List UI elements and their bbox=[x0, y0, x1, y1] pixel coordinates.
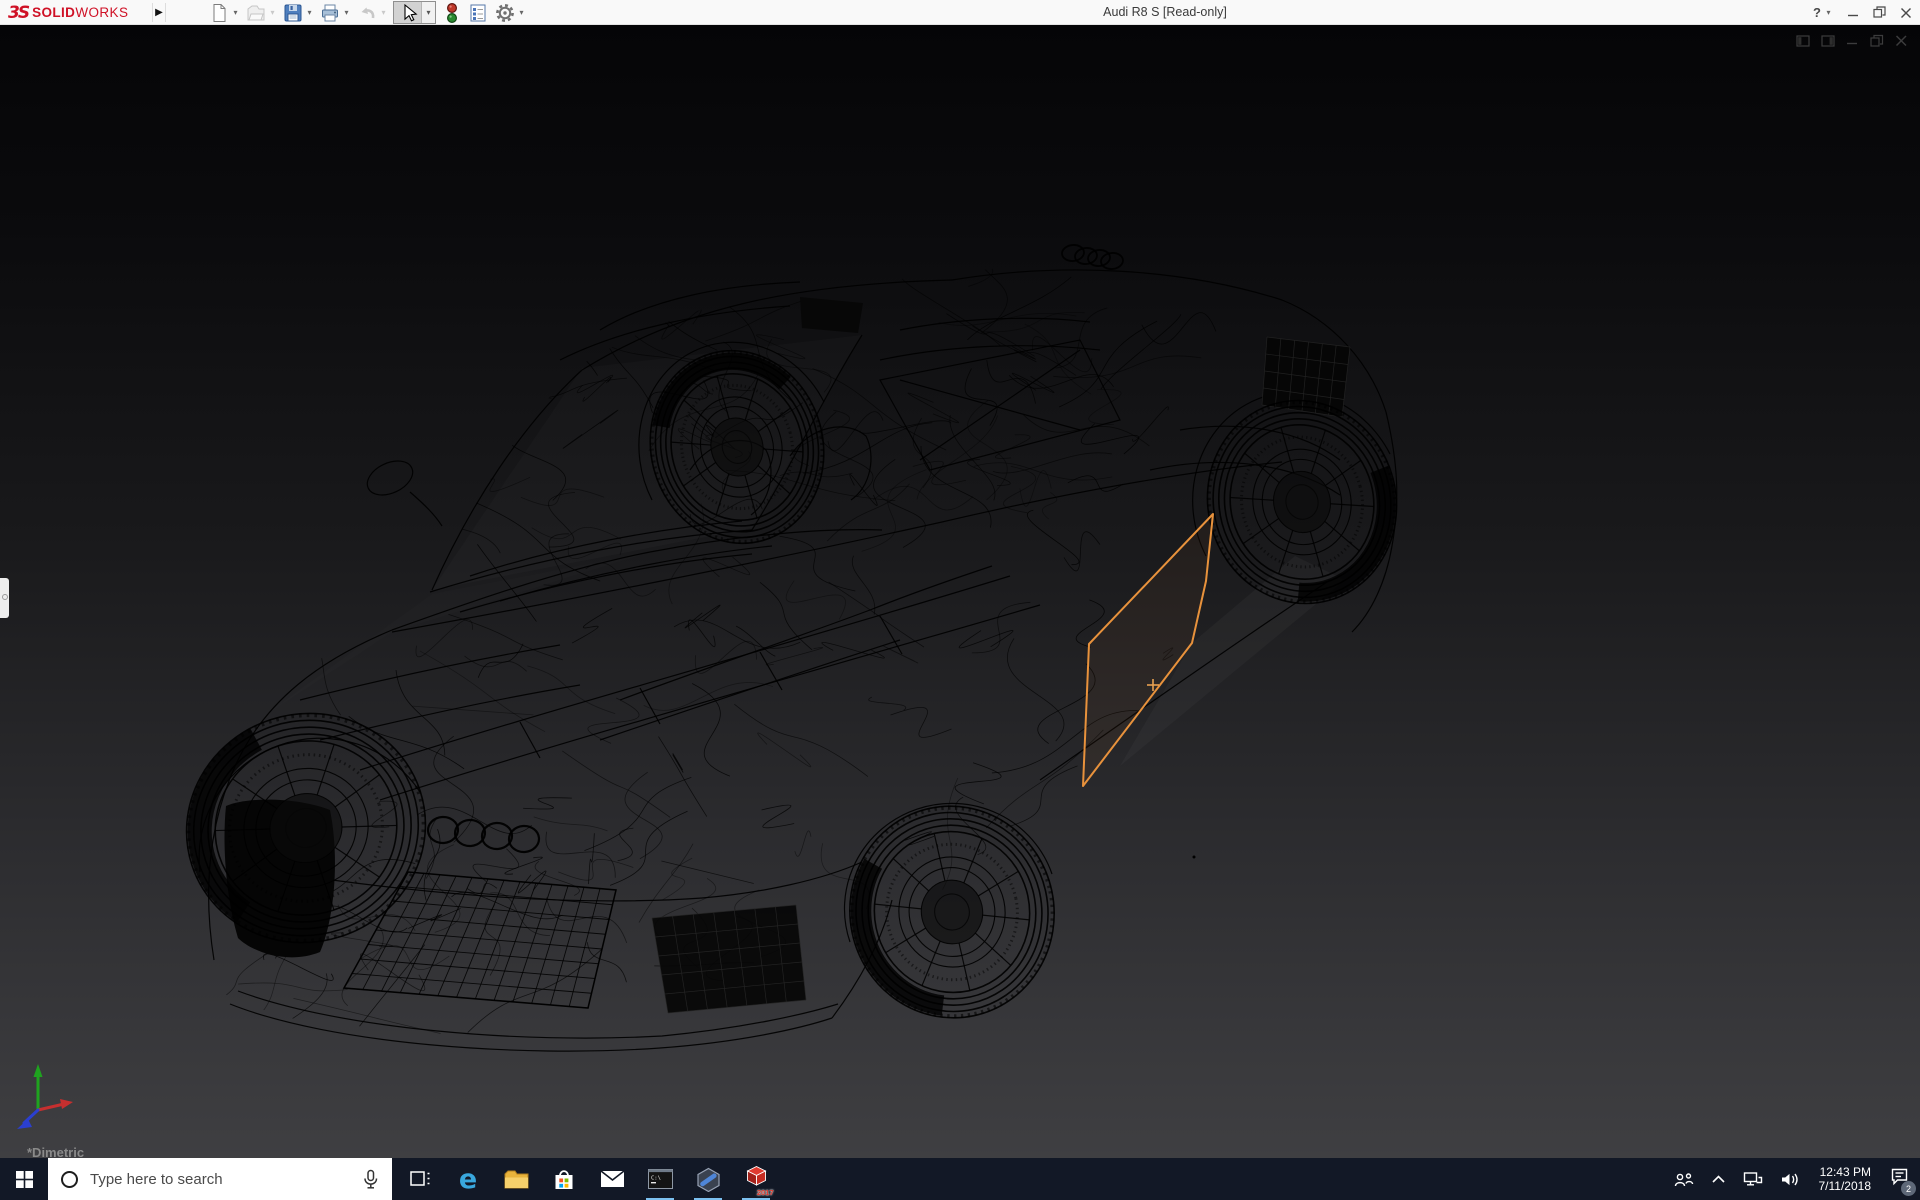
restore-button[interactable] bbox=[1873, 6, 1886, 19]
search-input[interactable] bbox=[88, 1170, 361, 1189]
taskbar-app-edrawings[interactable] bbox=[684, 1158, 732, 1200]
window-controls: ? ▾ bbox=[1813, 0, 1912, 25]
file-properties-icon bbox=[467, 2, 489, 24]
open-button[interactable]: ▾ bbox=[245, 2, 277, 24]
print-dropdown[interactable]: ▾ bbox=[342, 8, 351, 17]
audi-rings-rear-icon bbox=[1061, 244, 1124, 270]
print-icon bbox=[319, 2, 341, 24]
start-button[interactable] bbox=[0, 1158, 48, 1200]
options-button[interactable]: ▾ bbox=[494, 2, 526, 24]
show-display-pane-icon[interactable] bbox=[1821, 34, 1835, 48]
solidworks-year-label: 2017 bbox=[757, 1188, 774, 1197]
taskbar-app-solidworks[interactable]: 2017 bbox=[732, 1158, 780, 1200]
system-tray: 12:43 PM 7/11/2018 2 bbox=[1674, 1158, 1920, 1200]
options-dropdown[interactable]: ▾ bbox=[517, 8, 526, 17]
minimize-button[interactable] bbox=[1847, 7, 1859, 19]
save-dropdown[interactable]: ▾ bbox=[305, 8, 314, 17]
featuremanager-collapsed-tab[interactable] bbox=[0, 578, 9, 618]
taskbar-app-edge[interactable]: e bbox=[444, 1158, 492, 1200]
title-bar: 3S SOLIDWORKS ▶ ▾ ▾ ▾ bbox=[0, 0, 1920, 25]
volume-icon[interactable] bbox=[1780, 1171, 1800, 1188]
close-button[interactable] bbox=[1900, 7, 1912, 19]
action-center-button[interactable]: 2 bbox=[1890, 1167, 1910, 1191]
help-dropdown[interactable]: ▾ bbox=[1824, 8, 1833, 17]
show-featuremanager-icon[interactable] bbox=[1796, 34, 1810, 48]
clock-date: 7/11/2018 bbox=[1819, 1179, 1872, 1193]
select-tool-dropdown[interactable]: ▾ bbox=[421, 2, 435, 23]
orientation-triad bbox=[17, 1064, 73, 1129]
solidworks-2017-icon: 2017 bbox=[743, 1165, 770, 1194]
help-button[interactable]: ? ▾ bbox=[1813, 5, 1833, 20]
taskbar-search-box[interactable] bbox=[48, 1158, 392, 1200]
solidworks-logo-mark: 3S bbox=[8, 3, 28, 23]
open-dropdown[interactable]: ▾ bbox=[268, 8, 277, 17]
select-tool[interactable]: ▾ bbox=[393, 1, 436, 24]
undo-icon bbox=[356, 2, 378, 24]
windows-logo-icon bbox=[16, 1171, 33, 1188]
new-document-button[interactable]: ▾ bbox=[208, 2, 240, 24]
store-icon bbox=[551, 1167, 577, 1192]
edge-icon: e bbox=[459, 1166, 477, 1193]
people-icon[interactable] bbox=[1674, 1171, 1694, 1188]
taskbar-clock[interactable]: 12:43 PM 7/11/2018 bbox=[1819, 1165, 1872, 1193]
audi-rings-front-icon bbox=[427, 816, 540, 853]
notification-badge: 2 bbox=[1901, 1181, 1916, 1196]
windows-taskbar: e bbox=[0, 1158, 1920, 1200]
tab-handle-icon bbox=[2, 594, 8, 600]
select-cursor-icon bbox=[394, 2, 421, 23]
wireframe-car-model[interactable] bbox=[0, 25, 1920, 1158]
file-properties-button[interactable] bbox=[467, 2, 489, 24]
microphone-icon[interactable] bbox=[361, 1169, 380, 1190]
view-orientation-label: *Dimetric bbox=[27, 1145, 84, 1158]
rebuild-traffic-light-icon bbox=[442, 1, 462, 25]
solidworks-logo-text: SOLIDWORKS bbox=[32, 5, 128, 20]
restore-document-button[interactable] bbox=[1870, 34, 1884, 48]
task-view-icon bbox=[408, 1168, 432, 1190]
taskbar-app-file-explorer[interactable] bbox=[492, 1158, 540, 1200]
cortana-icon bbox=[61, 1171, 78, 1188]
open-icon bbox=[245, 2, 267, 24]
chevron-up-icon[interactable] bbox=[1711, 1174, 1726, 1184]
rebuild-button[interactable] bbox=[442, 1, 462, 25]
print-button[interactable]: ▾ bbox=[319, 2, 351, 24]
save-icon bbox=[282, 2, 304, 24]
file-explorer-icon bbox=[503, 1168, 530, 1191]
taskbar-apps: e bbox=[396, 1158, 780, 1200]
undo-button[interactable]: ▾ bbox=[356, 2, 388, 24]
graphics-viewport[interactable]: *Dimetric bbox=[0, 25, 1920, 1158]
command-prompt-icon: C:\ bbox=[647, 1168, 674, 1190]
document-title: Audi R8 S [Read-only] bbox=[1103, 0, 1227, 25]
clock-time: 12:43 PM bbox=[1819, 1165, 1872, 1179]
undo-dropdown[interactable]: ▾ bbox=[379, 8, 388, 17]
new-document-dropdown[interactable]: ▾ bbox=[231, 8, 240, 17]
minimize-document-button[interactable] bbox=[1846, 34, 1859, 47]
new-document-icon bbox=[208, 2, 230, 24]
quick-access-toolbar: ▾ ▾ ▾ ▾ bbox=[208, 1, 531, 24]
svg-text:C:\: C:\ bbox=[651, 1176, 661, 1182]
solidworks-logo: 3S SOLIDWORKS bbox=[8, 0, 128, 25]
save-button[interactable]: ▾ bbox=[282, 2, 314, 24]
taskbar-app-command-prompt[interactable]: C:\ bbox=[636, 1158, 684, 1200]
document-window-controls bbox=[1796, 34, 1908, 48]
options-gear-icon bbox=[494, 2, 516, 24]
menu-flyout-arrow-icon[interactable]: ▶ bbox=[152, 3, 166, 22]
close-document-button[interactable] bbox=[1895, 34, 1908, 47]
network-icon[interactable] bbox=[1743, 1171, 1763, 1188]
taskbar-app-store[interactable] bbox=[540, 1158, 588, 1200]
mail-icon bbox=[599, 1169, 626, 1189]
edrawings-icon bbox=[695, 1167, 722, 1192]
help-icon: ? bbox=[1813, 5, 1821, 20]
taskbar-app-mail[interactable] bbox=[588, 1158, 636, 1200]
task-view-button[interactable] bbox=[396, 1158, 444, 1200]
